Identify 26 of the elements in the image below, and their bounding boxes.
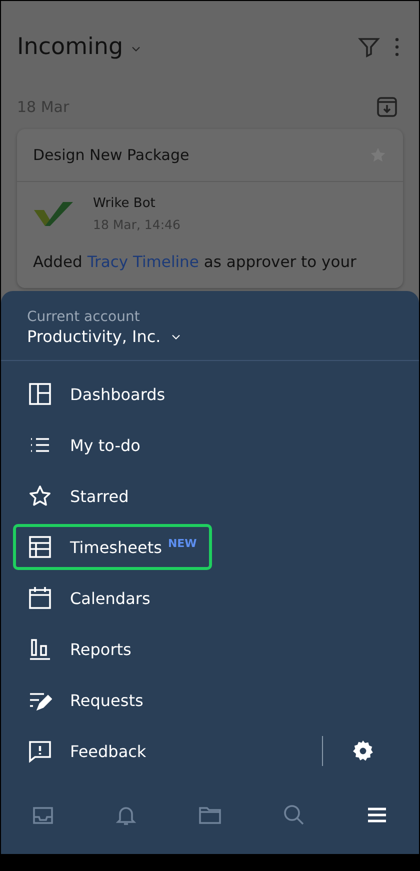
checkmark-logo-icon	[33, 200, 73, 228]
more-icon	[395, 38, 399, 56]
account-switcher[interactable]: Productivity, Inc.	[27, 327, 183, 346]
menu-item[interactable]: Timesheets NEW	[13, 524, 212, 570]
author-name: Wrike Bot	[93, 196, 156, 211]
settings-icon	[351, 739, 375, 763]
menu-item[interactable]: Starred	[13, 473, 144, 519]
menu-item[interactable]: Requests	[13, 677, 158, 723]
bar-chart-icon	[28, 637, 52, 661]
filter-icon	[357, 35, 381, 59]
menu-item[interactable]: Calendars	[13, 575, 166, 621]
new-label: NEW	[168, 537, 197, 550]
calendar-icon	[28, 586, 52, 610]
table-icon	[28, 535, 52, 559]
menu-item[interactable]: Reports	[13, 626, 146, 672]
search-icon	[282, 803, 306, 827]
feedback-icon	[28, 739, 52, 763]
dashboard-icon	[28, 382, 52, 406]
menu-item[interactable]: Dashboards	[13, 371, 180, 417]
account-caption: Current account	[27, 309, 140, 325]
menu-item[interactable]: Feedback	[13, 728, 162, 774]
card-title: Design New Package	[33, 146, 190, 164]
menu-item[interactable]: My to-do	[13, 422, 156, 468]
star-icon	[28, 484, 52, 508]
archive-icon	[375, 95, 399, 119]
activity-message: Added Tracy Timeline as approver to your	[33, 252, 358, 273]
